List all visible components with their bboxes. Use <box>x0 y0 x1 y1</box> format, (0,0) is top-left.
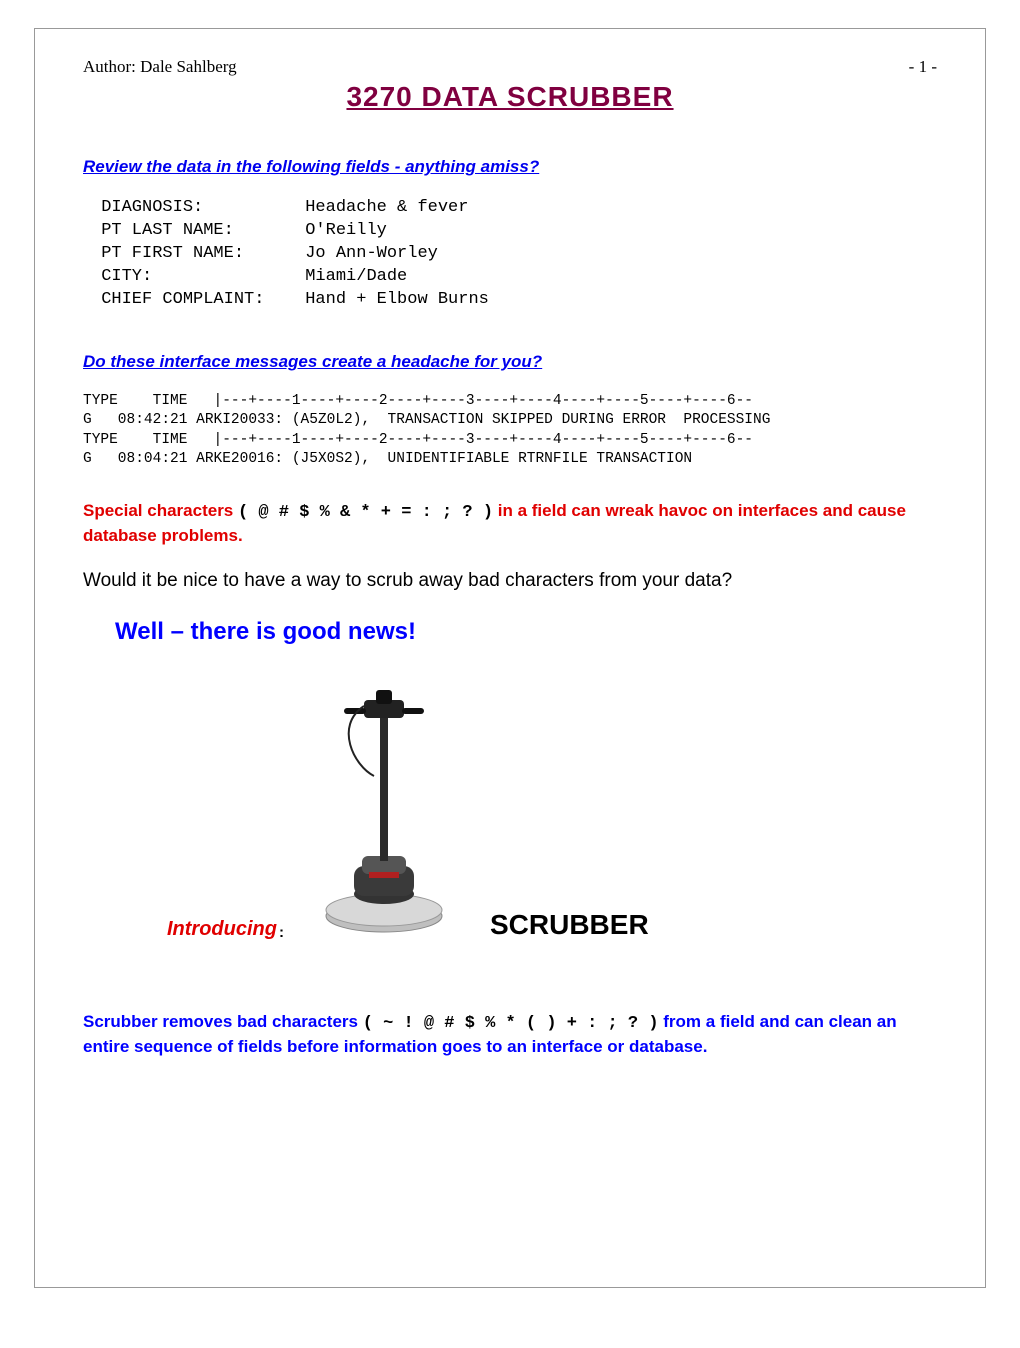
summary-chars: ( ~ ! @ # $ % * ( ) + : ; ? ) <box>363 1014 659 1033</box>
page-title: 3270 DATA SCRUBBER <box>83 81 937 113</box>
good-news-text: Well – there is good news! <box>115 618 937 646</box>
scrubber-name: SCRUBBER <box>490 909 649 941</box>
section1-heading: Review the data in the following fields … <box>83 157 937 177</box>
question-text: Would it be nice to have a way to scrub … <box>83 570 937 592</box>
warning-pre: Special characters <box>83 501 238 520</box>
summary-text: Scrubber removes bad characters ( ~ ! @ … <box>83 1011 937 1059</box>
intro-row: Introducing : SCRUB <box>83 686 937 941</box>
log-block: TYPE TIME |---+----1----+----2----+----3… <box>83 392 937 470</box>
warning-text: Special characters ( @ # $ % & * + = : ;… <box>83 500 937 548</box>
section2-heading: Do these interface messages create a hea… <box>83 352 937 372</box>
header-row: Author: Dale Sahlberg - 1 - <box>83 57 937 77</box>
summary-pre: Scrubber removes bad characters <box>83 1012 363 1031</box>
author-line: Author: Dale Sahlberg <box>83 57 237 77</box>
page-number: - 1 - <box>909 57 937 77</box>
fields-block: DIAGNOSIS: Headache & fever PT LAST NAME… <box>91 197 937 312</box>
warning-chars: ( @ # $ % & * + = : ; ? ) <box>238 503 493 522</box>
introducing-label: Introducing <box>167 918 277 941</box>
scrubber-image <box>314 686 454 941</box>
introducing-colon: : <box>279 924 284 941</box>
page-frame: Author: Dale Sahlberg - 1 - 3270 DATA SC… <box>34 28 986 1288</box>
